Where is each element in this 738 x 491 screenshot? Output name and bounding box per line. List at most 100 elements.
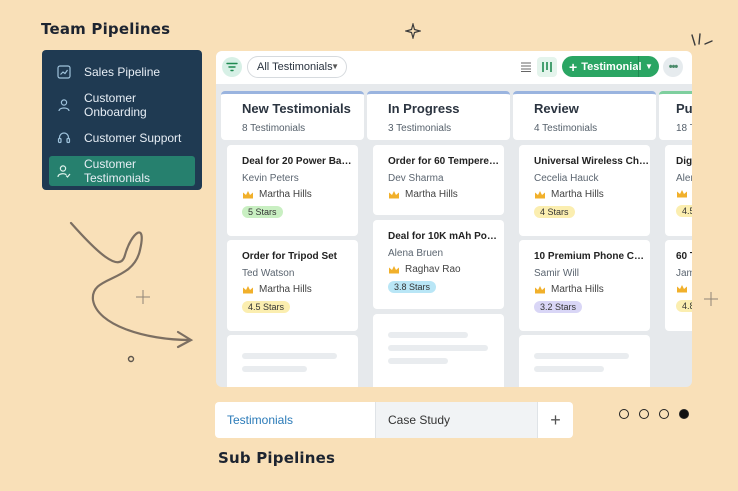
card-title: 60 T xyxy=(676,251,692,262)
placeholder-card xyxy=(519,335,650,387)
sidebar-item-sales-pipeline[interactable]: Sales Pipeline xyxy=(49,57,195,87)
column-header: Review 4 Testimonials xyxy=(513,91,656,140)
sparkle-icon xyxy=(704,292,718,306)
add-button-label: Testimonial xyxy=(581,60,642,73)
add-tab-button[interactable]: + xyxy=(537,402,573,438)
column-count: 4 Testimonials xyxy=(534,123,598,134)
star-doodle xyxy=(405,23,421,39)
owner-name: Martha Hills xyxy=(551,284,604,295)
crown-icon xyxy=(389,190,399,198)
page-dot[interactable] xyxy=(619,409,629,419)
user-icon xyxy=(57,98,71,112)
pipeline-sidebar: Sales Pipeline Customer Onboarding Custo… xyxy=(42,50,202,190)
user-check-icon xyxy=(57,164,71,178)
page-dot[interactable] xyxy=(639,409,649,419)
deal-card[interactable]: Order for Tripod Set Ted Watson Martha H… xyxy=(227,240,358,331)
deal-card[interactable]: 60 T Jam 4.8 xyxy=(665,240,692,331)
column-header: New Testimonials 8 Testimonials xyxy=(221,91,364,140)
crown-icon xyxy=(677,285,687,293)
sidebar-item-customer-support[interactable]: Customer Support xyxy=(49,123,195,153)
chevron-down-icon[interactable]: ▼ xyxy=(638,56,659,77)
view-select[interactable]: All Testimonials ▼ xyxy=(247,56,347,78)
placeholder-card xyxy=(373,314,504,387)
column-header: Pul 18 T xyxy=(659,91,692,140)
card-contact: Samir Will xyxy=(534,268,579,279)
rating-badge: 3.2 Stars xyxy=(534,301,583,313)
column-header: In Progress 3 Testimonials xyxy=(367,91,510,140)
card-owner: Martha Hills xyxy=(388,189,504,200)
card-owner: Martha Hills xyxy=(534,284,650,295)
rating-badge: 4.8 xyxy=(676,300,692,312)
chevron-down-icon: ▼ xyxy=(331,62,339,71)
board-view-button[interactable] xyxy=(537,57,557,77)
pagination-dots xyxy=(619,409,699,419)
sidebar-item-label: Customer Support xyxy=(84,131,182,145)
sidebar-item-label: Customer Onboarding xyxy=(84,91,147,119)
curved-arrow-doodle xyxy=(69,221,194,349)
small-circle-doodle xyxy=(127,355,135,363)
placeholder-card xyxy=(227,335,358,387)
crown-icon xyxy=(677,190,687,198)
sidebar-item-label: Customer Testimonials xyxy=(84,157,151,185)
card-title: Universal Wireless Char… xyxy=(534,156,649,167)
owner-name: Martha Hills xyxy=(259,189,312,200)
rating-badge: 4.5 Stars xyxy=(242,301,291,313)
card-contact: Jam xyxy=(676,268,692,279)
filter-button[interactable] xyxy=(222,57,242,77)
team-pipelines-title: Team Pipelines xyxy=(41,20,171,38)
crown-icon xyxy=(535,285,545,293)
tab-testimonials[interactable]: Testimonials xyxy=(215,402,375,438)
card-title: Order for Tripod Set xyxy=(242,251,338,262)
column-title: Review xyxy=(534,101,579,116)
card-contact: Kevin Peters xyxy=(242,173,299,184)
sub-pipeline-tabs: Testimonials Case Study + xyxy=(215,402,573,438)
chart-icon xyxy=(57,65,71,79)
owner-name: Martha Hills xyxy=(405,189,458,200)
rating-badge: 4.5 xyxy=(676,205,692,217)
more-icon: ••• xyxy=(668,61,679,73)
deal-card[interactable]: Order for 60 Tempered … Dev Sharma Marth… xyxy=(373,145,504,215)
filter-icon xyxy=(226,62,238,72)
sidebar-item-customer-testimonials[interactable]: Customer Testimonials xyxy=(49,156,195,186)
tab-case-study[interactable]: Case Study xyxy=(375,402,537,438)
list-view-button[interactable] xyxy=(516,57,536,77)
pipeline-column: Pul 18 T Digi Aler 4.5 60 T Jam 4.8 xyxy=(659,91,692,387)
list-icon xyxy=(521,62,531,72)
card-title: Deal for 10K mAh Powe… xyxy=(388,231,503,242)
sidebar-item-label: Sales Pipeline xyxy=(84,65,161,79)
pipeline-column: In Progress 3 Testimonials Order for 60 … xyxy=(367,91,510,387)
rating-badge: 5 Stars xyxy=(242,206,283,218)
owner-name: Martha Hills xyxy=(551,189,604,200)
card-title: Order for 60 Tempered … xyxy=(388,156,503,167)
card-title: 10 Premium Phone Cases xyxy=(534,251,649,262)
owner-name: Raghav Rao xyxy=(405,264,461,275)
card-owner: Martha Hills xyxy=(534,189,650,200)
crown-icon xyxy=(389,265,399,273)
kanban-icon xyxy=(542,62,552,72)
deal-card[interactable]: Deal for 20 Power Banks Kevin Peters Mar… xyxy=(227,145,358,236)
card-owner: Raghav Rao xyxy=(388,264,504,275)
page-dot[interactable] xyxy=(659,409,669,419)
card-title: Deal for 20 Power Banks xyxy=(242,156,357,167)
plus-icon: + xyxy=(569,58,578,75)
crown-icon xyxy=(243,190,253,198)
deal-card[interactable]: Universal Wireless Char… Cecelia Hauck M… xyxy=(519,145,650,236)
card-title: Digi xyxy=(676,156,692,167)
column-count: 18 T xyxy=(676,123,692,134)
page-dot-active[interactable] xyxy=(679,409,689,419)
column-title: New Testimonials xyxy=(242,101,351,116)
card-contact: Alena Bruen xyxy=(388,248,444,259)
add-testimonial-button[interactable]: + Testimonial ▼ xyxy=(562,56,659,77)
view-select-label: All Testimonials xyxy=(257,61,333,73)
card-contact: Aler xyxy=(676,173,692,184)
deal-card[interactable]: 10 Premium Phone Cases Samir Will Martha… xyxy=(519,240,650,331)
column-title: In Progress xyxy=(388,101,460,116)
more-options-button[interactable]: ••• xyxy=(663,57,683,77)
rating-badge: 3.8 Stars xyxy=(388,281,437,293)
deal-card[interactable]: Digi Aler 4.5 xyxy=(665,145,692,236)
sidebar-item-customer-onboarding[interactable]: Customer Onboarding xyxy=(49,90,195,120)
card-contact: Ted Watson xyxy=(242,268,295,279)
deal-card[interactable]: Deal for 10K mAh Powe… Alena Bruen Ragha… xyxy=(373,220,504,309)
column-count: 3 Testimonials xyxy=(388,123,452,134)
crown-icon xyxy=(535,190,545,198)
